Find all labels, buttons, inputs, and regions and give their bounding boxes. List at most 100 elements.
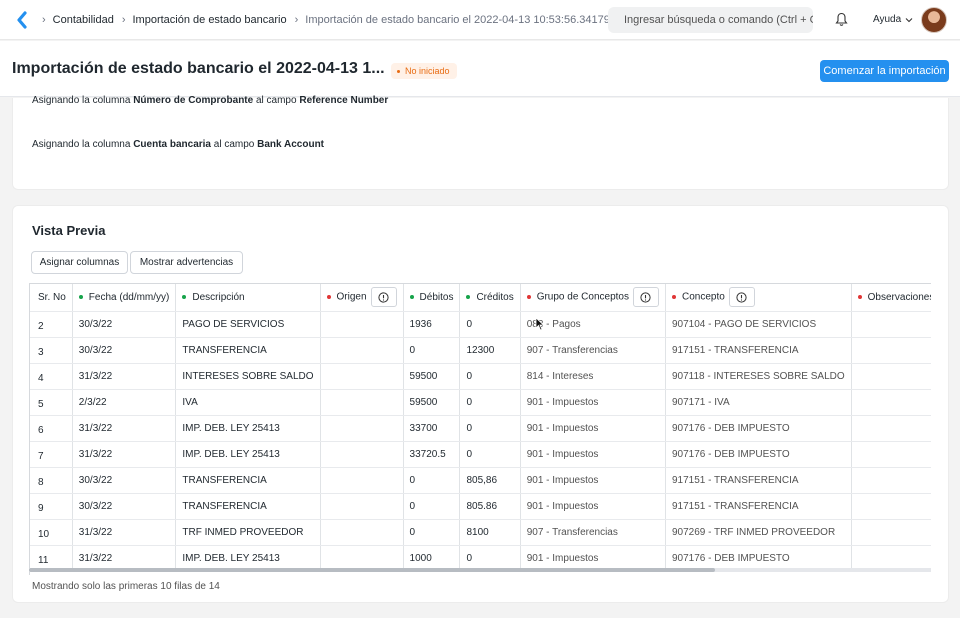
table-cell[interactable]: 907269 - TRF INMED PROVEEDOR bbox=[665, 519, 852, 546]
table-cell[interactable]: 901 - Impuestos bbox=[520, 493, 666, 520]
column-header[interactable]: Débitos bbox=[403, 284, 461, 312]
breadcrumb-item[interactable]: Importación de estado bancario el 2022-0… bbox=[305, 14, 616, 26]
table-cell[interactable]: 907 - Transferencias bbox=[520, 337, 666, 364]
table-cell[interactable] bbox=[320, 493, 404, 520]
table-cell[interactable]: 30/3/22 bbox=[72, 337, 177, 364]
table-cell[interactable]: TRANSFERENCIA bbox=[175, 467, 321, 494]
column-header-label: Créditos bbox=[476, 291, 514, 303]
table-cell[interactable]: INTERESES SOBRE SALDO bbox=[175, 363, 321, 390]
search-input[interactable]: Ingresar búsqueda o comando (Ctrl + G) bbox=[624, 14, 813, 26]
column-header[interactable]: Descripción bbox=[175, 284, 321, 312]
table-cell[interactable] bbox=[851, 467, 931, 494]
table-cell[interactable] bbox=[320, 467, 404, 494]
table-cell[interactable]: 0 bbox=[403, 467, 461, 494]
table-cell[interactable] bbox=[320, 441, 404, 468]
table-cell[interactable]: 907176 - DEB IMPUESTO bbox=[665, 415, 852, 442]
table-cell[interactable]: 31/3/22 bbox=[72, 415, 177, 442]
column-header[interactable]: Observaciones Cliente bbox=[851, 284, 931, 312]
table-cell[interactable]: IMP. DEB. LEY 25413 bbox=[175, 441, 321, 468]
table-cell[interactable]: 907176 - DEB IMPUESTO bbox=[665, 441, 852, 468]
table-cell[interactable] bbox=[851, 337, 931, 364]
table-cell[interactable] bbox=[320, 311, 404, 338]
table-cell[interactable]: 907171 - IVA bbox=[665, 389, 852, 416]
table-cell[interactable]: 907118 - INTERESES SOBRE SALDO bbox=[665, 363, 852, 390]
column-header[interactable]: Fecha (dd/mm/yy) bbox=[72, 284, 177, 312]
table-cell[interactable]: IVA bbox=[175, 389, 321, 416]
table-cell[interactable] bbox=[851, 519, 931, 546]
table-cell[interactable]: 59500 bbox=[403, 389, 461, 416]
table-cell[interactable]: 814 - Intereses bbox=[520, 363, 666, 390]
table-cell[interactable] bbox=[320, 389, 404, 416]
breadcrumb-item[interactable]: Contabilidad bbox=[53, 14, 114, 26]
column-header[interactable]: Créditos bbox=[459, 284, 521, 312]
table-cell[interactable]: 0 bbox=[403, 337, 461, 364]
table-cell[interactable] bbox=[851, 493, 931, 520]
breadcrumb-item[interactable]: Importación de estado bancario bbox=[133, 14, 287, 26]
bell-icon[interactable] bbox=[835, 12, 848, 27]
table-cell[interactable]: 31/3/22 bbox=[72, 441, 177, 468]
scrollbar-thumb[interactable] bbox=[29, 568, 715, 572]
table-cell[interactable] bbox=[851, 415, 931, 442]
table-cell[interactable]: 0 bbox=[459, 415, 521, 442]
table-cell[interactable] bbox=[320, 415, 404, 442]
start-import-button[interactable]: Comenzar la importación bbox=[820, 60, 949, 82]
table-cell[interactable]: TRANSFERENCIA bbox=[175, 337, 321, 364]
table-cell[interactable]: PAGO DE SERVICIOS bbox=[175, 311, 321, 338]
table-cell[interactable]: 901 - Impuestos bbox=[520, 389, 666, 416]
table-cell[interactable] bbox=[851, 363, 931, 390]
table-cell[interactable]: 33700 bbox=[403, 415, 461, 442]
table-cell[interactable]: 907 - Transferencias bbox=[520, 519, 666, 546]
chevron-right-icon: › bbox=[42, 14, 46, 26]
column-info-icon[interactable] bbox=[728, 287, 755, 308]
search-bar[interactable]: Ingresar búsqueda o comando (Ctrl + G) bbox=[608, 7, 813, 33]
column-info-icon[interactable] bbox=[370, 287, 397, 308]
table-cell[interactable]: 901 - Impuestos bbox=[520, 467, 666, 494]
column-header[interactable]: Origen bbox=[320, 284, 404, 312]
table-cell[interactable]: 31/3/22 bbox=[72, 519, 177, 546]
column-header[interactable]: Concepto bbox=[665, 284, 852, 312]
table-cell[interactable]: 901 - Impuestos bbox=[520, 415, 666, 442]
table-cell[interactable]: 917151 - TRANSFERENCIA bbox=[665, 493, 852, 520]
table-cell[interactable]: 59500 bbox=[403, 363, 461, 390]
table-cell[interactable]: 30/3/22 bbox=[72, 493, 177, 520]
table-cell[interactable]: 30/3/22 bbox=[72, 467, 177, 494]
table-cell[interactable]: 0 bbox=[459, 389, 521, 416]
table-cell[interactable]: 0 bbox=[459, 363, 521, 390]
preview-grid[interactable]: Sr. No Fecha (dd/mm/yy) Descripción Origen D… bbox=[29, 283, 931, 575]
table-cell[interactable]: 30/3/22 bbox=[72, 311, 177, 338]
table-cell[interactable] bbox=[851, 389, 931, 416]
map-columns-button[interactable]: Asignar columnas bbox=[31, 251, 128, 274]
table-cell[interactable]: 2/3/22 bbox=[72, 389, 177, 416]
table-cell[interactable]: 31/3/22 bbox=[72, 363, 177, 390]
table-cell[interactable] bbox=[320, 337, 404, 364]
table-cell[interactable] bbox=[320, 519, 404, 546]
table-cell[interactable]: 0 bbox=[459, 441, 521, 468]
table-cell[interactable]: 907104 - PAGO DE SERVICIOS bbox=[665, 311, 852, 338]
table-cell[interactable]: 8100 bbox=[459, 519, 521, 546]
column-header[interactable]: Sr. No bbox=[30, 284, 73, 312]
table-cell[interactable] bbox=[851, 441, 931, 468]
show-warnings-button[interactable]: Mostrar advertencias bbox=[130, 251, 243, 274]
preview-card: Vista Previa Asignar columnas Mostrar ad… bbox=[12, 205, 949, 603]
help-dropdown[interactable]: Ayuda bbox=[873, 14, 913, 25]
table-cell[interactable] bbox=[851, 311, 931, 338]
table-cell[interactable] bbox=[320, 363, 404, 390]
column-header[interactable]: Grupo de Conceptos bbox=[520, 284, 666, 312]
table-cell[interactable]: 805.86 bbox=[459, 493, 521, 520]
table-cell[interactable]: 917151 - TRANSFERENCIA bbox=[665, 467, 852, 494]
chevron-logo-icon[interactable] bbox=[15, 11, 29, 29]
table-cell[interactable]: IMP. DEB. LEY 25413 bbox=[175, 415, 321, 442]
table-cell[interactable]: 0 bbox=[403, 493, 461, 520]
table-cell[interactable]: 917151 - TRANSFERENCIA bbox=[665, 337, 852, 364]
table-cell[interactable]: 0 bbox=[459, 311, 521, 338]
table-cell[interactable]: 901 - Impuestos bbox=[520, 441, 666, 468]
avatar[interactable] bbox=[921, 7, 947, 33]
table-cell[interactable]: 1936 bbox=[403, 311, 461, 338]
table-cell[interactable]: TRF INMED PROVEEDOR bbox=[175, 519, 321, 546]
table-cell[interactable]: 805,86 bbox=[459, 467, 521, 494]
table-cell[interactable]: 12300 bbox=[459, 337, 521, 364]
column-info-icon[interactable] bbox=[632, 287, 659, 308]
table-cell[interactable]: TRANSFERENCIA bbox=[175, 493, 321, 520]
table-cell[interactable]: 0 bbox=[403, 519, 461, 546]
table-cell[interactable]: 33720.5 bbox=[403, 441, 461, 468]
